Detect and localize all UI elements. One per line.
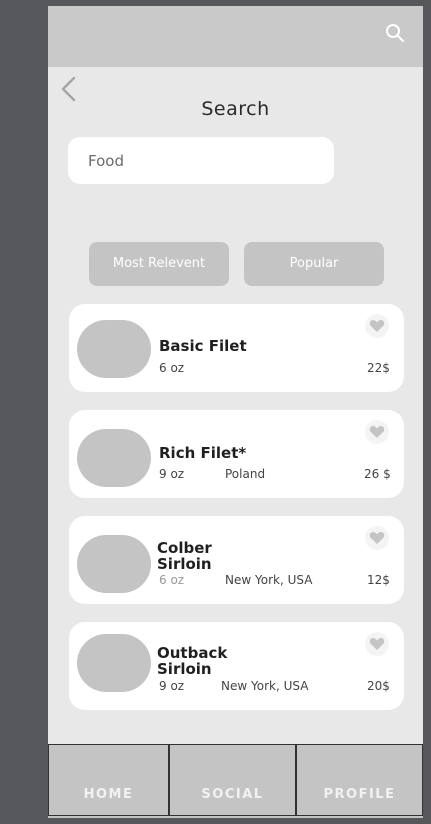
page-title: Search bbox=[201, 98, 270, 120]
item-weight: 6 oz bbox=[159, 573, 185, 587]
favorite-button[interactable] bbox=[365, 526, 389, 550]
tab-profile[interactable]: PROFILE bbox=[296, 744, 423, 816]
item-weight: 9 oz bbox=[159, 679, 185, 693]
phone-screen: Search Most Relevent Popular Basic Filet… bbox=[48, 6, 423, 818]
item-price: 22$ bbox=[367, 361, 390, 375]
item-name-line2: Sirloin bbox=[157, 555, 212, 573]
list-item[interactable]: Rich Filet* 9 oz Poland 26 $ bbox=[69, 410, 404, 498]
heart-icon bbox=[369, 320, 385, 332]
item-image-placeholder bbox=[77, 320, 151, 378]
tab-home[interactable]: HOME bbox=[48, 744, 169, 816]
item-name: Outback bbox=[157, 644, 228, 662]
heart-icon bbox=[369, 426, 385, 438]
item-price: 12$ bbox=[367, 573, 390, 587]
item-name: Basic Filet bbox=[159, 337, 247, 355]
item-weight: 9 oz bbox=[159, 467, 185, 481]
item-name-line2: Sirloin bbox=[157, 660, 212, 678]
search-icon[interactable] bbox=[384, 22, 406, 44]
heart-icon bbox=[369, 638, 385, 650]
favorite-button[interactable] bbox=[365, 420, 389, 444]
search-input[interactable] bbox=[68, 137, 334, 184]
filter-popular-button[interactable]: Popular bbox=[244, 242, 384, 286]
list-item[interactable]: Basic Filet 6 oz 22$ bbox=[69, 304, 404, 392]
item-location: New York, USA bbox=[225, 573, 313, 587]
filter-most-relevant-button[interactable]: Most Relevent bbox=[89, 242, 229, 286]
tab-social[interactable]: SOCIAL bbox=[169, 744, 296, 816]
favorite-button[interactable] bbox=[365, 632, 389, 656]
item-weight: 6 oz bbox=[159, 361, 185, 375]
list-item[interactable]: Outback Sirloin 9 oz New York, USA 20$ bbox=[69, 622, 404, 710]
item-location: Poland bbox=[225, 467, 266, 481]
favorite-button[interactable] bbox=[365, 314, 389, 338]
top-bar bbox=[48, 6, 423, 67]
item-image-placeholder bbox=[77, 535, 151, 593]
item-price: 20$ bbox=[367, 679, 390, 693]
item-image-placeholder bbox=[77, 429, 151, 487]
item-name: Rich Filet* bbox=[159, 444, 247, 462]
list-item[interactable]: Colber Sirloin 6 oz New York, USA 12$ bbox=[69, 516, 404, 604]
bottom-navigation: HOME SOCIAL PROFILE bbox=[48, 744, 423, 818]
item-name: Colber bbox=[157, 539, 212, 557]
item-price: 26 $ bbox=[364, 467, 391, 481]
heart-icon bbox=[369, 532, 385, 544]
item-location: New York, USA bbox=[221, 679, 309, 693]
item-image-placeholder bbox=[77, 634, 151, 692]
